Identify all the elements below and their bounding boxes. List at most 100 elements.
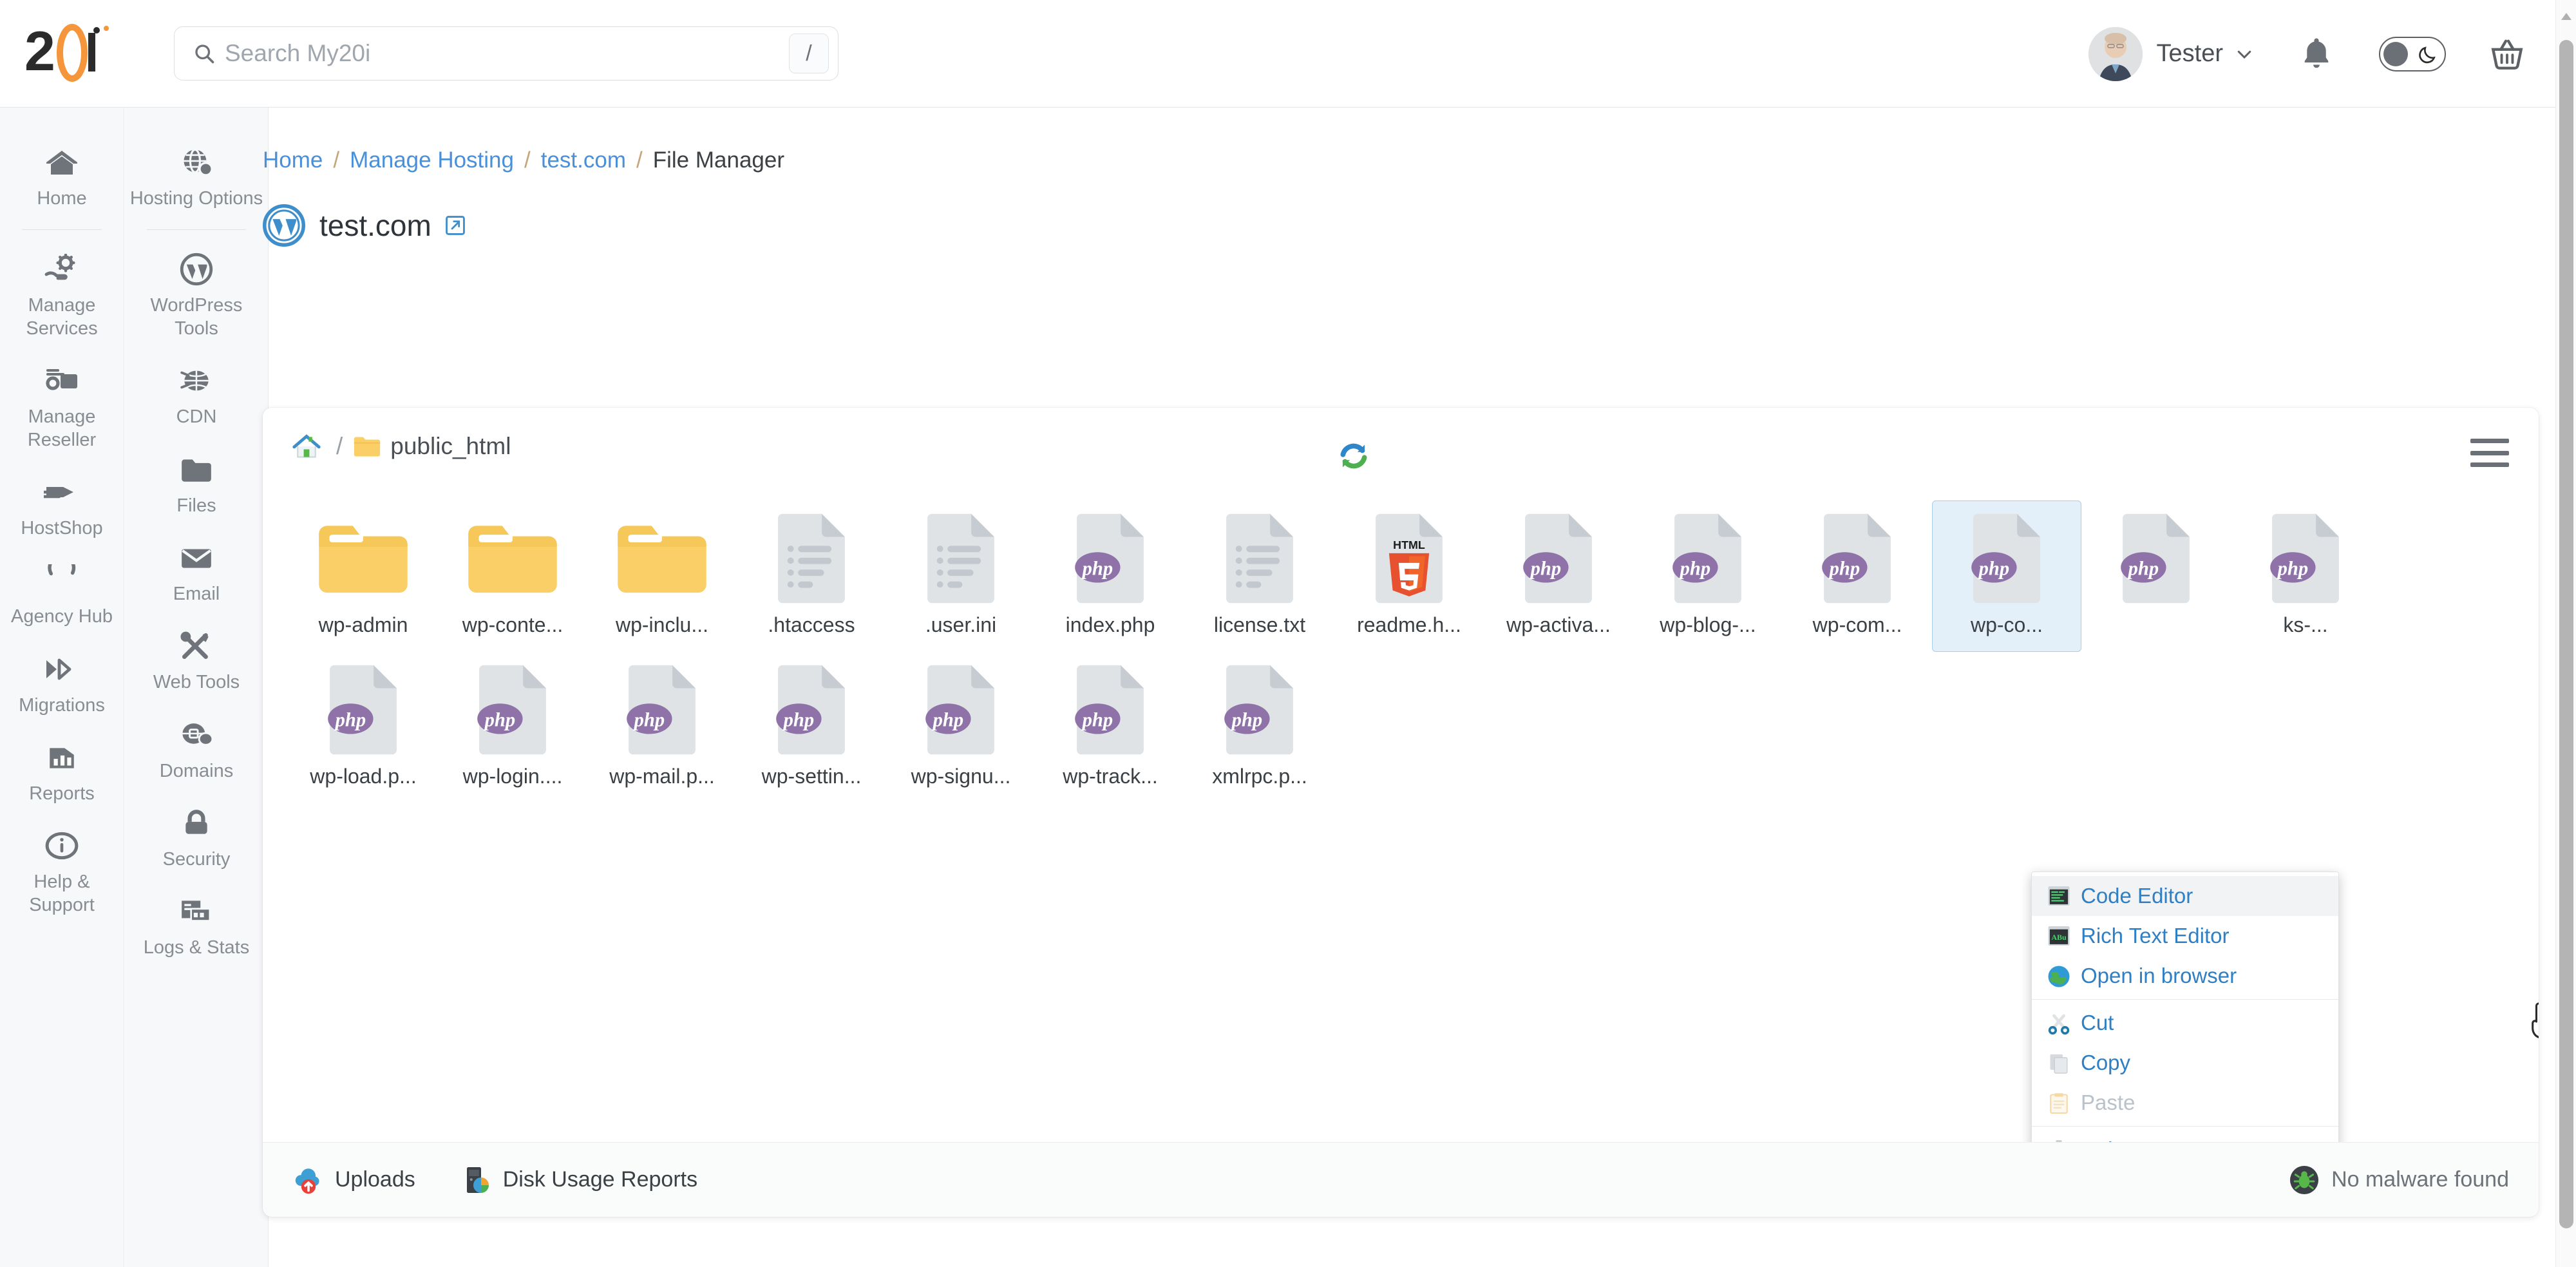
svg-text:php: php <box>1529 557 1562 579</box>
file-tile[interactable]: php ks-... <box>2231 500 2380 652</box>
secondary-sidebar: Hosting Options WordPress Tools CDN File… <box>125 108 269 1267</box>
bell-icon[interactable] <box>2299 35 2334 73</box>
file-tile[interactable]: wp-conte... <box>438 500 587 652</box>
file-tile[interactable]: php xmlrpc.p... <box>1185 652 1334 803</box>
path-current-folder[interactable]: public_html <box>390 433 511 460</box>
file-tile[interactable]: wp-admin <box>289 500 438 652</box>
dark-mode-toggle[interactable] <box>2379 36 2446 71</box>
file-tile[interactable]: HTML readme.h... <box>1334 500 1484 652</box>
search-icon <box>193 42 216 65</box>
svg-text:php: php <box>632 709 665 730</box>
sidebar-item-email[interactable]: Email <box>125 528 268 616</box>
basket-icon[interactable] <box>2488 35 2526 73</box>
file-name-label: wp-admin <box>318 613 408 636</box>
text-file-icon <box>1211 510 1308 607</box>
hosting-options-icon <box>176 144 216 181</box>
avatar[interactable] <box>2088 26 2143 81</box>
sidebar-item-logs-stats[interactable]: Logs & Stats <box>125 881 268 969</box>
sidebar-item-manage-services[interactable]: Manage Services <box>0 239 124 350</box>
hamburger-bar <box>2470 450 2509 455</box>
sidebar-item-hostshop[interactable]: HostShop <box>0 462 124 550</box>
sidebar-item-domains[interactable]: Domains <box>125 705 268 793</box>
external-link-icon[interactable] <box>444 214 466 236</box>
home-icon[interactable] <box>292 433 321 460</box>
sidebar-divider <box>22 229 102 231</box>
file-tile[interactable]: php wp-signu... <box>886 652 1036 803</box>
file-name-label: license.txt <box>1213 613 1306 636</box>
file-tile[interactable]: php wp-login.... <box>438 652 587 803</box>
sidebar-item-security[interactable]: Security <box>125 793 268 881</box>
file-tile[interactable]: php wp-co... <box>1932 500 2081 652</box>
file-tile[interactable]: .user.ini <box>886 500 1036 652</box>
context-menu-item-open-in-browser[interactable]: Open in browser <box>2032 956 2338 996</box>
file-name-label: wp-load.p... <box>310 765 417 788</box>
file-name-label: wp-settin... <box>761 765 862 788</box>
sidebar-item-cdn[interactable]: CDN <box>125 350 268 439</box>
context-menu-item-copy[interactable]: Copy <box>2032 1043 2338 1083</box>
sidebar-item-label: Migrations <box>19 694 105 716</box>
sidebar-item-label: WordPress Tools <box>150 295 243 339</box>
app-root: 2 / <box>0 0 2576 1267</box>
file-tile[interactable]: php wp-settin... <box>737 652 886 803</box>
sidebar-item-migrations[interactable]: Migrations <box>0 639 124 727</box>
file-tile[interactable]: php wp-blog-... <box>1633 500 1783 652</box>
sidebar-item-label: Agency Hub <box>11 606 113 627</box>
sidebar-item-label: Home <box>37 188 87 209</box>
context-menu-item-cut[interactable]: Cut <box>2032 1003 2338 1043</box>
search-box[interactable]: / <box>174 26 838 81</box>
globe-icon <box>2047 965 2070 987</box>
sidebar-item-home[interactable]: Home <box>0 132 124 220</box>
file-tile[interactable]: php index.php <box>1036 500 1185 652</box>
chevron-down-icon[interactable] <box>2235 44 2254 64</box>
file-tile[interactable]: php wp-com... <box>1783 500 1932 652</box>
scroll-up-arrow[interactable] <box>2561 13 2571 20</box>
sidebar-item-hosting-options[interactable]: Hosting Options <box>125 132 268 220</box>
svg-text:php: php <box>782 709 815 730</box>
file-tile[interactable]: php wp-mail.p... <box>587 652 737 803</box>
sidebar-item-web-tools[interactable]: Web Tools <box>125 616 268 704</box>
php-file-icon: php <box>763 662 860 758</box>
sidebar-item-files[interactable]: Files <box>125 439 268 528</box>
search-input[interactable] <box>225 40 789 67</box>
disk-usage-reports-button[interactable]: Disk Usage Reports <box>460 1165 697 1196</box>
context-menu-item-rich-text-editor[interactable]: ABu Rich Text Editor <box>2032 916 2338 956</box>
file-grid: wp-admin wp-conte... wp-inclu... .htacce… <box>289 500 2513 803</box>
sidebar-item-wordpress-tools[interactable]: WordPress Tools <box>125 239 268 350</box>
file-context-menu: Code Editor ABu Rich Text Editor Open in br… <box>2031 872 2339 1142</box>
migrations-icon <box>42 651 82 688</box>
php-file-icon: php <box>2108 510 2204 607</box>
sidebar-item-reports[interactable]: Reports <box>0 727 124 815</box>
breadcrumb-item-manage-hosting[interactable]: Manage Hosting <box>350 148 514 173</box>
uploads-button[interactable]: Uploads <box>292 1165 415 1196</box>
file-tile[interactable]: license.txt <box>1185 500 1334 652</box>
brand-logo[interactable]: 2 <box>24 18 128 89</box>
wordpress-icon <box>263 204 305 247</box>
svg-text:HTML: HTML <box>1393 538 1425 551</box>
file-tile[interactable]: php wp-track... <box>1036 652 1185 803</box>
context-menu-item-code-editor[interactable]: Code Editor <box>2032 876 2338 916</box>
context-menu-item-label: Cut <box>2081 1011 2114 1034</box>
sidebar-item-label: Domains <box>159 760 234 781</box>
refresh-icon[interactable] <box>1336 439 1371 473</box>
malware-status[interactable]: No malware found <box>2289 1165 2509 1196</box>
file-tile[interactable]: wp-inclu... <box>587 500 737 652</box>
php-file-icon: php <box>315 662 412 758</box>
scrollbar-thumb[interactable] <box>2559 40 2573 1228</box>
sidebar-item-help-support[interactable]: Help & Support <box>0 815 124 927</box>
breadcrumb-item-home[interactable]: Home <box>263 148 323 173</box>
hamburger-menu-icon[interactable] <box>2470 439 2509 467</box>
path-breadcrumb: / public_html <box>292 433 511 460</box>
file-name-label: wp-signu... <box>911 765 1011 788</box>
hamburger-bar <box>2470 462 2509 467</box>
file-tile[interactable]: php wp-load.p... <box>289 652 438 803</box>
breadcrumb-item-domain[interactable]: test.com <box>541 148 626 173</box>
folder-file-icon <box>315 510 412 607</box>
file-tile[interactable]: php <box>2081 500 2231 652</box>
file-tile[interactable]: php wp-activa... <box>1484 500 1633 652</box>
svg-text:php: php <box>931 709 964 730</box>
browser-scrollbar[interactable] <box>2555 0 2576 1267</box>
sidebar-item-agency-hub[interactable]: Agency Hub <box>0 550 124 638</box>
file-tile[interactable]: .htaccess <box>737 500 886 652</box>
context-menu-item-delete[interactable]: Delete <box>2032 1130 2338 1142</box>
sidebar-item-manage-reseller[interactable]: Manage Reseller <box>0 350 124 462</box>
